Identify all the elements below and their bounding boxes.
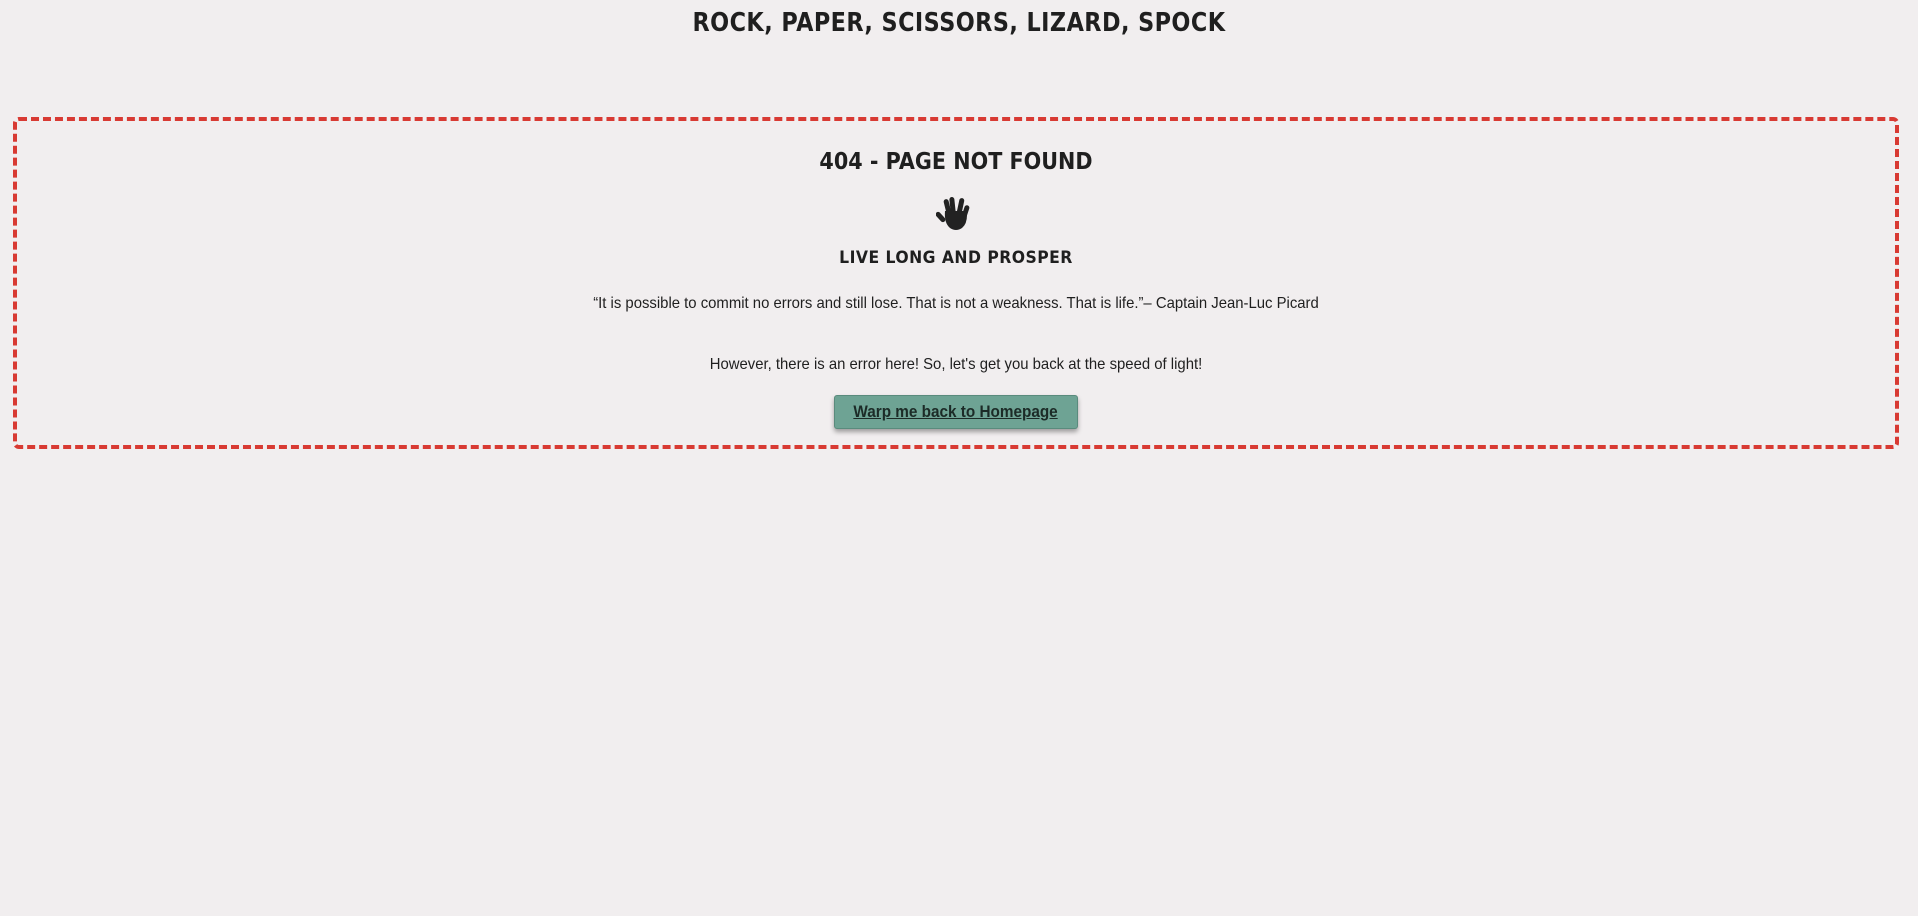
error-panel: 404 - PAGE NOT FOUND LIVE LONG AND PROSP… xyxy=(13,117,1899,449)
quote-text: “It is possible to commit no errors and … xyxy=(593,295,1319,312)
error-title: 404 - PAGE NOT FOUND xyxy=(819,149,1093,175)
site-title: ROCK, PAPER, SCISSORS, LIZARD, SPOCK xyxy=(692,8,1226,38)
site-header: ROCK, PAPER, SCISSORS, LIZARD, SPOCK xyxy=(0,0,1918,46)
vulcan-salute-icon xyxy=(936,197,970,230)
error-message: However, there is an error here! So, let… xyxy=(709,356,1203,373)
homepage-button-label[interactable]: Warp me back to Homepage xyxy=(854,402,1058,422)
homepage-button[interactable]: Warp me back to Homepage xyxy=(834,395,1078,429)
subheading: LIVE LONG AND PROSPER xyxy=(839,248,1073,268)
